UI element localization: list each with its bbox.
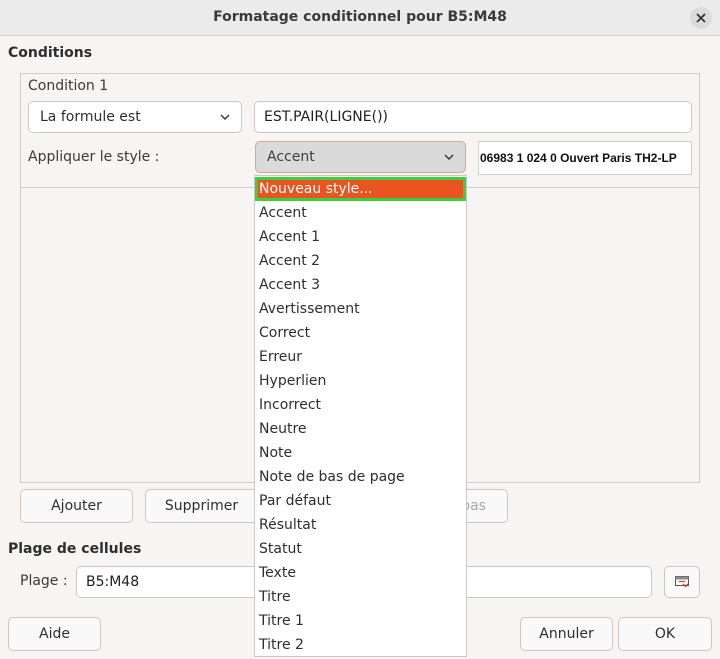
condition-type-value: La formule est <box>40 109 141 125</box>
style-option[interactable]: Titre 1 <box>255 609 466 633</box>
style-option[interactable]: Par défaut <box>255 489 466 513</box>
style-combo-value: Accent <box>267 149 315 165</box>
style-option[interactable]: Titre <box>255 585 466 609</box>
style-option[interactable]: Erreur <box>255 345 466 369</box>
style-option[interactable]: Note <box>255 441 466 465</box>
ok-button[interactable]: OK <box>618 617 712 651</box>
close-button[interactable] <box>690 7 712 29</box>
formula-input[interactable]: EST.PAIR(LIGNE()) <box>254 101 692 133</box>
style-option[interactable]: Accent 3 <box>255 273 466 297</box>
close-icon <box>696 13 706 23</box>
style-option[interactable]: Texte <box>255 561 466 585</box>
dialog-title: Formatage conditionnel pour B5:M48 <box>213 9 507 25</box>
condition-type-combo[interactable]: La formule est <box>28 101 242 133</box>
style-option[interactable]: Accent 2 <box>255 249 466 273</box>
formula-value: EST.PAIR(LIGNE()) <box>264 109 388 125</box>
style-option[interactable]: Hyperlien <box>255 369 466 393</box>
title-bar: Formatage conditionnel pour B5:M48 <box>0 0 720 36</box>
conditions-heading: Conditions <box>8 45 93 61</box>
style-option[interactable]: Correct <box>255 321 466 345</box>
style-dropdown-list: Nouveau style... Accent Accent 1 Accent 2 Ac… <box>254 175 467 657</box>
style-combo[interactable]: Accent <box>255 141 466 173</box>
style-option[interactable]: Statut <box>255 537 466 561</box>
style-option[interactable]: Nouveau style... <box>255 177 466 201</box>
style-option[interactable]: Note de bas de page <box>255 465 466 489</box>
cell-range-heading: Plage de cellules <box>8 541 142 557</box>
style-option[interactable]: Neutre <box>255 417 466 441</box>
style-option[interactable]: Accent <box>255 201 466 225</box>
conditional-format-dialog: Formatage conditionnel pour B5:M48 Condi… <box>0 0 720 659</box>
chevron-down-icon <box>444 154 454 160</box>
style-option[interactable]: Incorrect <box>255 393 466 417</box>
condition-title: Condition 1 <box>28 78 109 94</box>
apply-style-label: Appliquer le style : <box>28 149 160 165</box>
range-picker-button[interactable] <box>664 566 700 598</box>
style-option[interactable]: Avertissement <box>255 297 466 321</box>
style-option[interactable]: Titre 2 <box>255 633 466 657</box>
delete-button[interactable]: Supprimer <box>145 489 258 523</box>
chevron-down-icon <box>220 114 230 120</box>
shrink-range-icon <box>675 576 689 588</box>
cancel-button[interactable]: Annuler <box>520 617 613 651</box>
style-option[interactable]: Accent 1 <box>255 225 466 249</box>
style-preview-text: 06983 1 024 0 Ouvert Paris TH2-LP <box>480 151 677 165</box>
help-button[interactable]: Aide <box>8 617 101 651</box>
style-option[interactable]: Résultat <box>255 513 466 537</box>
range-value: B5:M48 <box>86 574 140 590</box>
style-preview: 06983 1 024 0 Ouvert Paris TH2-LP <box>478 141 692 175</box>
range-label: Plage : <box>20 573 68 589</box>
add-button[interactable]: Ajouter <box>20 489 133 523</box>
